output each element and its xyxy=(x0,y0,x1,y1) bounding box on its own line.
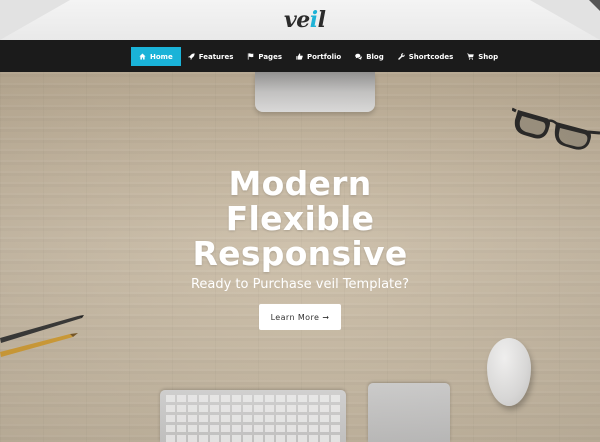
nav-item-label: Portfolio xyxy=(306,52,342,61)
logo-text-end: l xyxy=(317,7,326,33)
cart-icon xyxy=(467,53,474,60)
nav-item-blog[interactable]: Blog xyxy=(348,47,391,66)
nav-item-label: Shortcodes xyxy=(408,52,454,61)
learn-more-label: Learn More xyxy=(270,312,320,322)
home-icon xyxy=(139,53,146,60)
comments-icon xyxy=(355,53,362,60)
site-logo[interactable]: veil xyxy=(284,6,326,34)
nav-item-shortcodes[interactable]: Shortcodes xyxy=(391,47,461,66)
nav-item-features[interactable]: Features xyxy=(181,47,241,66)
site-header: veil xyxy=(0,0,600,40)
nav-item-label: Home xyxy=(150,52,173,61)
logo-text-accent: i xyxy=(309,7,318,33)
wrench-icon xyxy=(397,53,405,60)
rocket-icon xyxy=(187,53,195,60)
nav-item-label: Features xyxy=(198,52,234,61)
nav-item-label: Blog xyxy=(366,52,384,61)
logo-text-main: ve xyxy=(284,7,310,33)
nav-item-label: Pages xyxy=(258,52,282,61)
flag-icon xyxy=(248,53,254,60)
nav-item-shop[interactable]: Shop xyxy=(460,47,505,66)
learn-more-button[interactable]: Learn More ➞ xyxy=(259,304,341,330)
corner-ribbon-icon[interactable] xyxy=(589,0,600,11)
nav-item-pages[interactable]: Pages xyxy=(240,47,289,66)
nav-item-home[interactable]: Home xyxy=(131,47,181,66)
hero-headline: Modern Flexible Responsive xyxy=(150,166,450,271)
arrow-right-icon: ➞ xyxy=(322,312,330,322)
nav-item-label: Shop xyxy=(478,52,499,61)
headline-line: Modern xyxy=(228,164,372,203)
main-nav: Home Features Pages Portfolio Blog Short… xyxy=(131,47,505,66)
headline-line: Responsive xyxy=(192,234,408,273)
nav-item-portfolio[interactable]: Portfolio xyxy=(289,47,348,66)
thumbs-up-icon xyxy=(296,53,303,60)
header-corner-decoration xyxy=(0,0,70,40)
hero-subline: Ready to Purchase veil Template? xyxy=(190,277,410,292)
headline-line: Flexible xyxy=(225,199,375,238)
